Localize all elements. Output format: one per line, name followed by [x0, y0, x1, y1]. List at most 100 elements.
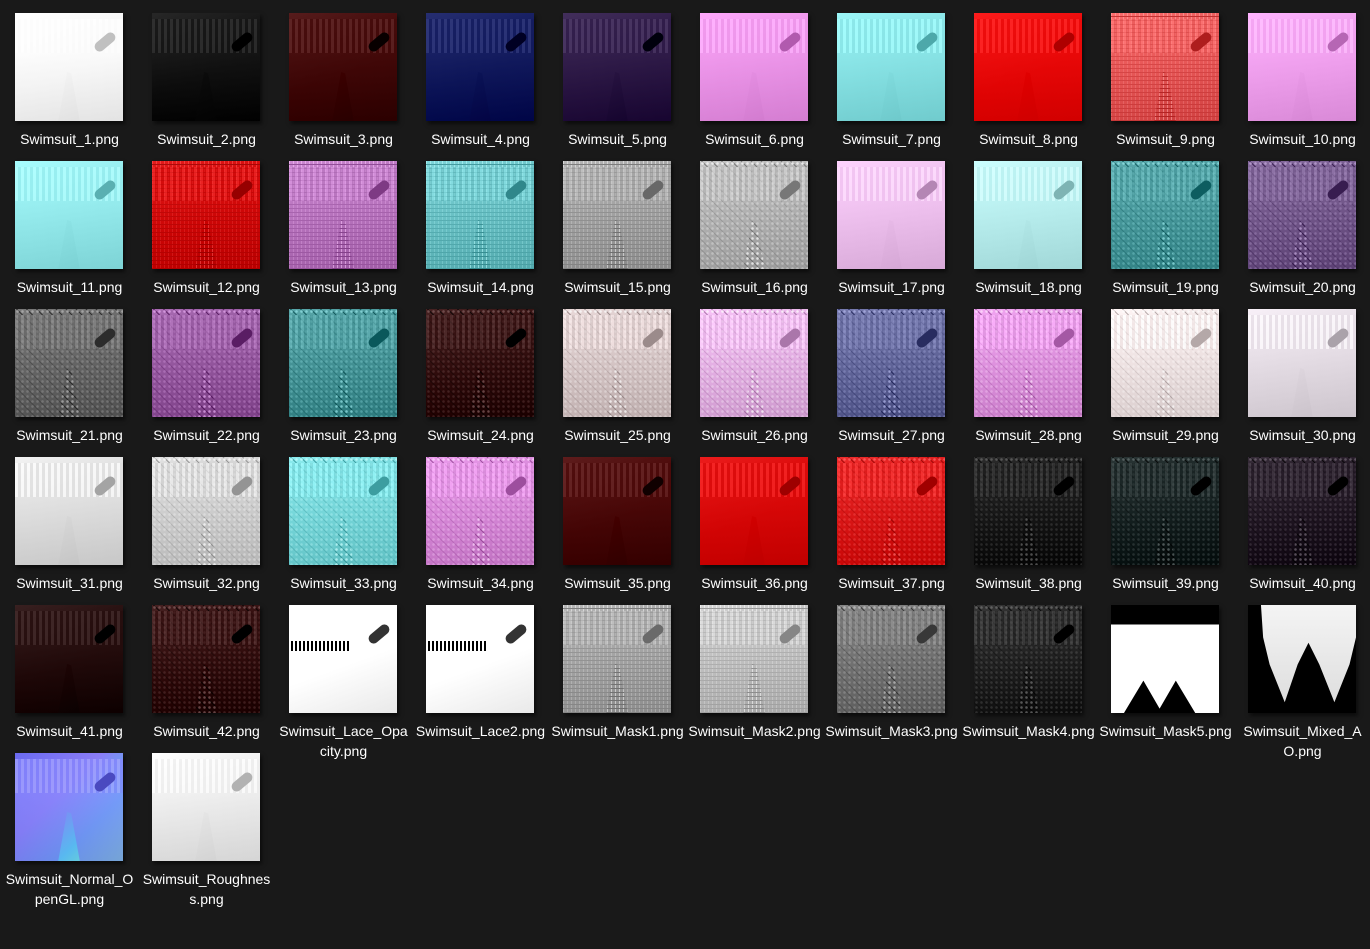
- black-texture-thumbnail: [152, 13, 260, 121]
- file-item[interactable]: Swimsuit_6.png: [686, 0, 823, 148]
- file-name-label: Swimsuit_35.png: [564, 575, 671, 591]
- gray-pattern-thumbnail: [563, 161, 671, 269]
- roughness-map-thumbnail: [152, 753, 260, 861]
- dark-red-texture-thumbnail: [563, 457, 671, 565]
- file-name-label: Swimsuit_13.png: [290, 279, 397, 295]
- file-item[interactable]: Swimsuit_12.png: [138, 148, 275, 296]
- file-item[interactable]: Swimsuit_16.png: [686, 148, 823, 296]
- gray-pattern-thumbnail: [700, 161, 808, 269]
- file-name-label: Swimsuit_32.png: [153, 575, 260, 591]
- file-item[interactable]: Swimsuit_Mask3.png: [823, 592, 960, 740]
- file-item[interactable]: Swimsuit_37.png: [823, 444, 960, 592]
- file-name-label: Swimsuit_42.png: [153, 723, 260, 739]
- file-item[interactable]: Swimsuit_7.png: [823, 0, 960, 148]
- file-name-label: Swimsuit_9.png: [1116, 131, 1215, 147]
- file-item[interactable]: Swimsuit_35.png: [549, 444, 686, 592]
- file-name-label: Swimsuit_7.png: [842, 131, 941, 147]
- file-name-label: Swimsuit_Lace_Opacity.png: [279, 723, 408, 759]
- file-item[interactable]: Swimsuit_34.png: [412, 444, 549, 592]
- bw-mask-thumbnail: [837, 605, 945, 713]
- file-item[interactable]: Swimsuit_27.png: [823, 296, 960, 444]
- file-name-label: Swimsuit_Mask1.png: [551, 723, 684, 739]
- file-item[interactable]: Swimsuit_17.png: [823, 148, 960, 296]
- file-item[interactable]: Swimsuit_Mask4.png: [960, 592, 1097, 740]
- file-name-label: Swimsuit_24.png: [427, 427, 534, 443]
- red-white-pattern-thumbnail: [1111, 13, 1219, 121]
- file-name-label: Swimsuit_11.png: [16, 279, 123, 295]
- file-item[interactable]: Swimsuit_8.png: [960, 0, 1097, 148]
- file-item[interactable]: Swimsuit_31.png: [1, 444, 138, 592]
- file-name-label: Swimsuit_Mask4.png: [962, 723, 1095, 739]
- file-item[interactable]: Swimsuit_23.png: [275, 296, 412, 444]
- cyan-pattern-thumbnail: [289, 457, 397, 565]
- file-name-label: Swimsuit_31.png: [16, 575, 123, 591]
- light-gray-pattern-thumbnail: [563, 309, 671, 417]
- purple-pattern-thumbnail: [1248, 161, 1356, 269]
- file-name-label: Swimsuit_41.png: [16, 723, 123, 739]
- file-name-label: Swimsuit_38.png: [975, 575, 1082, 591]
- file-item[interactable]: Swimsuit_Mixed_AO.png: [1234, 592, 1370, 759]
- file-name-label: Swimsuit_Normal_OpenGL.png: [5, 871, 134, 907]
- file-item[interactable]: Swimsuit_36.png: [686, 444, 823, 592]
- file-item[interactable]: Swimsuit_18.png: [960, 148, 1097, 296]
- file-item[interactable]: Swimsuit_2.png: [138, 0, 275, 148]
- black-purple-pattern-thumbnail: [1248, 457, 1356, 565]
- file-item[interactable]: Swimsuit_26.png: [686, 296, 823, 444]
- file-item[interactable]: Swimsuit_5.png: [549, 0, 686, 148]
- file-item[interactable]: Swimsuit_19.png: [1097, 148, 1234, 296]
- file-item[interactable]: Swimsuit_4.png: [412, 0, 549, 148]
- file-item[interactable]: Swimsuit_Mask1.png: [549, 592, 686, 740]
- file-item[interactable]: Swimsuit_Lace_Opacity.png: [275, 592, 412, 759]
- file-item[interactable]: Swimsuit_15.png: [549, 148, 686, 296]
- file-name-label: Swimsuit_40.png: [1249, 575, 1356, 591]
- file-item[interactable]: Swimsuit_9.png: [1097, 0, 1234, 148]
- red-pattern-thumbnail: [837, 457, 945, 565]
- file-item[interactable]: Swimsuit_Roughness.png: [138, 740, 275, 907]
- file-item[interactable]: Swimsuit_24.png: [412, 296, 549, 444]
- file-item[interactable]: Swimsuit_Normal_OpenGL.png: [1, 740, 138, 907]
- file-item[interactable]: Swimsuit_29.png: [1097, 296, 1234, 444]
- file-item[interactable]: Swimsuit_28.png: [960, 296, 1097, 444]
- file-name-label: Swimsuit_Lace2.png: [415, 723, 546, 739]
- teal-pattern-thumbnail: [1111, 161, 1219, 269]
- light-pattern-thumbnail: [1111, 309, 1219, 417]
- file-name-label: Swimsuit_1.png: [20, 131, 119, 147]
- file-item[interactable]: Swimsuit_Mask2.png: [686, 592, 823, 740]
- file-name-label: Swimsuit_5.png: [568, 131, 667, 147]
- file-name-label: Swimsuit_27.png: [838, 427, 945, 443]
- file-name-label: Swimsuit_37.png: [838, 575, 945, 591]
- file-item[interactable]: Swimsuit_Mask5.png: [1097, 592, 1234, 740]
- file-item[interactable]: Swimsuit_42.png: [138, 592, 275, 740]
- file-name-label: Swimsuit_25.png: [564, 427, 671, 443]
- file-item[interactable]: Swimsuit_38.png: [960, 444, 1097, 592]
- file-item[interactable]: Swimsuit_11.png: [1, 148, 138, 296]
- file-item[interactable]: Swimsuit_33.png: [275, 444, 412, 592]
- file-name-label: Swimsuit_23.png: [290, 427, 397, 443]
- file-item[interactable]: Swimsuit_20.png: [1234, 148, 1370, 296]
- file-name-label: Swimsuit_22.png: [153, 427, 260, 443]
- black-teal-pattern-thumbnail: [1111, 457, 1219, 565]
- file-item[interactable]: Swimsuit_21.png: [1, 296, 138, 444]
- file-item[interactable]: Swimsuit_13.png: [275, 148, 412, 296]
- teal-pattern-thumbnail: [289, 309, 397, 417]
- file-name-label: Swimsuit_Roughness.png: [142, 871, 271, 907]
- file-item[interactable]: Swimsuit_Lace2.png: [412, 592, 549, 740]
- bw-mask-thumbnail: [700, 605, 808, 713]
- file-name-label: Swimsuit_15.png: [564, 279, 671, 295]
- navy-pattern-thumbnail: [837, 309, 945, 417]
- file-item[interactable]: Swimsuit_10.png: [1234, 0, 1370, 148]
- file-item[interactable]: Swimsuit_25.png: [549, 296, 686, 444]
- file-item[interactable]: Swimsuit_40.png: [1234, 444, 1370, 592]
- cyan-texture-thumbnail: [15, 161, 123, 269]
- file-item[interactable]: Swimsuit_41.png: [1, 592, 138, 740]
- file-item[interactable]: Swimsuit_39.png: [1097, 444, 1234, 592]
- file-item[interactable]: Swimsuit_1.png: [1, 0, 138, 148]
- file-item[interactable]: Swimsuit_32.png: [138, 444, 275, 592]
- file-item[interactable]: Swimsuit_14.png: [412, 148, 549, 296]
- file-item[interactable]: Swimsuit_22.png: [138, 296, 275, 444]
- teal-pattern-thumbnail: [426, 161, 534, 269]
- file-grid: Swimsuit_1.png Swimsuit_2.png Swimsuit_3.p…: [0, 0, 1370, 949]
- file-item[interactable]: Swimsuit_30.png: [1234, 296, 1370, 444]
- file-item[interactable]: Swimsuit_3.png: [275, 0, 412, 148]
- file-name-label: Swimsuit_16.png: [701, 279, 808, 295]
